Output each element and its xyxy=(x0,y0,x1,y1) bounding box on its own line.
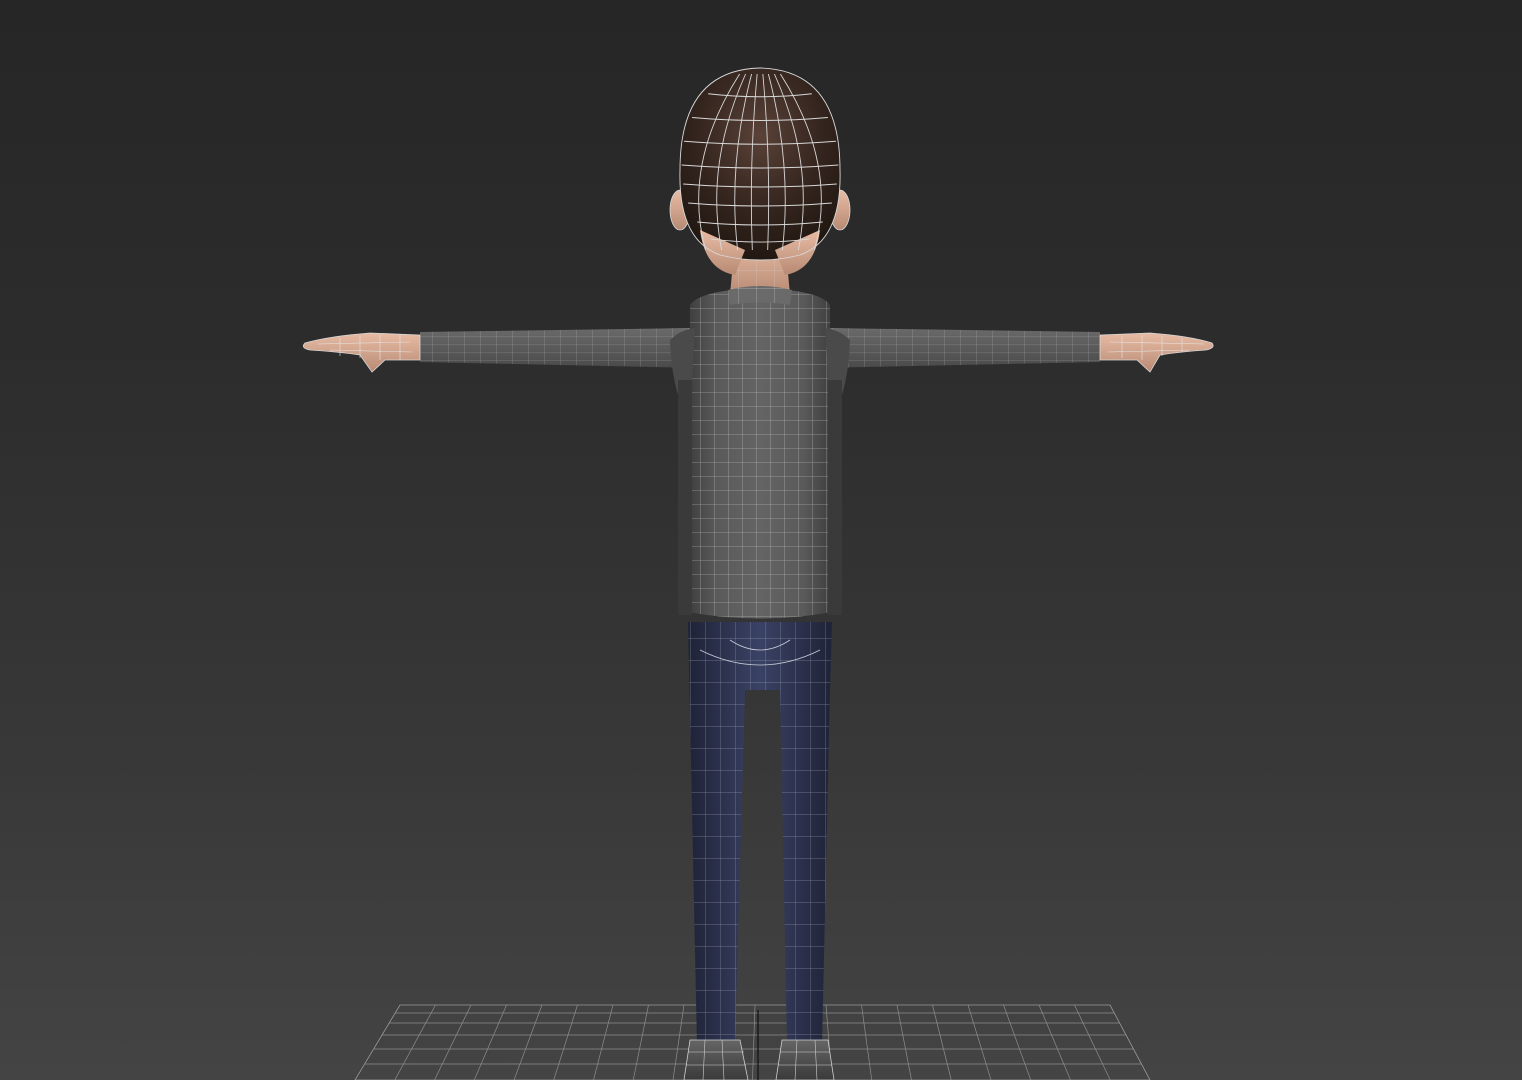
left-arm xyxy=(420,328,700,368)
right-arm xyxy=(820,328,1100,368)
viewport-scene[interactable] xyxy=(0,0,1522,1080)
torso-shirt xyxy=(670,288,850,619)
left-shoe xyxy=(683,1039,749,1080)
3d-viewport[interactable] xyxy=(0,0,1522,1080)
head-hair xyxy=(679,67,841,275)
pants xyxy=(688,622,832,1045)
right-hand xyxy=(1099,332,1214,373)
shirt-collar xyxy=(728,286,792,305)
ground-grid xyxy=(354,1004,1151,1080)
right-shoe xyxy=(775,1039,835,1080)
left-hand xyxy=(302,332,421,373)
